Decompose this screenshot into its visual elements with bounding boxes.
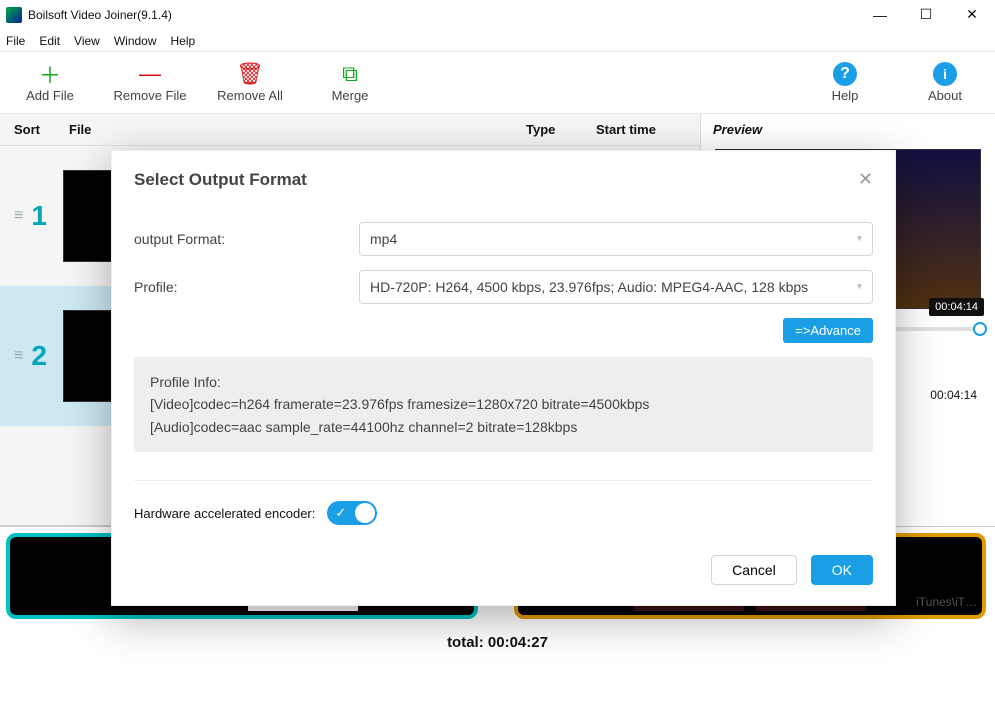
toggle-knob <box>355 503 375 523</box>
about-button[interactable]: i About <box>895 60 995 109</box>
output-format-value: mp4 <box>370 231 397 247</box>
titlebar: Boilsoft Video Joiner(9.1.4) — ☐ ✕ <box>0 0 995 30</box>
help-label: Help <box>795 88 895 109</box>
cancel-button[interactable]: Cancel <box>711 555 797 585</box>
hw-encoder-label: Hardware accelerated encoder: <box>134 506 315 521</box>
output-format-label: output Format: <box>134 231 359 247</box>
dialog-title: Select Output Format <box>134 170 307 190</box>
menu-view[interactable]: View <box>74 34 100 48</box>
menu-help[interactable]: Help <box>171 34 196 48</box>
profile-info-title: Profile Info: <box>150 371 857 393</box>
preview-title: Preview <box>701 114 995 145</box>
output-format-dialog: Select Output Format ✕ output Format: mp… <box>111 150 896 606</box>
column-headers: Sort File Type Start time <box>0 114 700 146</box>
menu-file[interactable]: File <box>6 34 25 48</box>
drag-handle-icon[interactable]: ≡ <box>14 347 23 365</box>
window-minimize-button[interactable]: — <box>857 0 903 30</box>
merge-icon: ⧉ <box>300 60 400 88</box>
preview-time-right: 00:04:14 <box>930 388 977 402</box>
window-maximize-button[interactable]: ☐ <box>903 0 949 30</box>
merge-label: Merge <box>300 88 400 109</box>
footer-total: total: 00:04:27 <box>0 624 995 661</box>
output-format-select[interactable]: mp4 ▾ <box>359 222 873 256</box>
profile-label: Profile: <box>134 279 359 295</box>
help-icon: ? <box>795 60 895 88</box>
info-icon: i <box>895 60 995 88</box>
remove-file-button[interactable]: — Remove File <box>100 60 200 109</box>
dialog-close-button[interactable]: ✕ <box>858 169 873 190</box>
check-icon: ✓ <box>335 505 346 521</box>
row-number: 2 <box>31 340 59 372</box>
chevron-down-icon: ▾ <box>857 282 862 293</box>
app-title: Boilsoft Video Joiner(9.1.4) <box>28 8 172 22</box>
app-logo <box>6 7 22 23</box>
remove-all-button[interactable]: 🗑 Remove All <box>200 60 300 109</box>
plus-icon: ＋ <box>0 60 100 88</box>
header-type[interactable]: Type <box>526 122 596 137</box>
add-file-label: Add File <box>0 88 100 109</box>
minus-icon: — <box>100 60 200 88</box>
toolbar: ＋ Add File — Remove File 🗑 Remove All ⧉ … <box>0 52 995 114</box>
menu-edit[interactable]: Edit <box>39 34 60 48</box>
profile-info-video: [Video]codec=h264 framerate=23.976fps fr… <box>150 393 857 415</box>
ok-button[interactable]: OK <box>811 555 873 585</box>
window-close-button[interactable]: ✕ <box>949 0 995 30</box>
trash-icon: 🗑 <box>200 60 300 88</box>
profile-select[interactable]: HD-720P: H264, 4500 kbps, 23.976fps; Aud… <box>359 270 873 304</box>
profile-info-audio: [Audio]codec=aac sample_rate=44100hz cha… <box>150 416 857 438</box>
slider-knob[interactable] <box>973 322 987 336</box>
profile-value: HD-720P: H264, 4500 kbps, 23.976fps; Aud… <box>370 279 808 295</box>
menu-window[interactable]: Window <box>114 34 157 48</box>
about-label: About <box>895 88 995 109</box>
preview-time-badge: 00:04:14 <box>929 298 984 316</box>
header-sort[interactable]: Sort <box>14 122 69 137</box>
hw-encoder-toggle[interactable]: ✓ <box>327 501 377 525</box>
header-file[interactable]: File <box>69 122 526 137</box>
path-hint: iTunes\iT… <box>916 595 977 609</box>
row-number: 1 <box>31 200 59 232</box>
header-start[interactable]: Start time <box>596 122 686 137</box>
remove-file-label: Remove File <box>100 88 200 109</box>
merge-button[interactable]: ⧉ Merge <box>300 60 400 109</box>
profile-info-box: Profile Info: [Video]codec=h264 framerat… <box>134 357 873 452</box>
drag-handle-icon[interactable]: ≡ <box>14 207 23 225</box>
help-button[interactable]: ? Help <box>795 60 895 109</box>
add-file-button[interactable]: ＋ Add File <box>0 60 100 109</box>
advance-button[interactable]: =>Advance <box>783 318 873 343</box>
remove-all-label: Remove All <box>200 88 300 109</box>
chevron-down-icon: ▾ <box>857 234 862 245</box>
menubar: File Edit View Window Help <box>0 30 995 52</box>
